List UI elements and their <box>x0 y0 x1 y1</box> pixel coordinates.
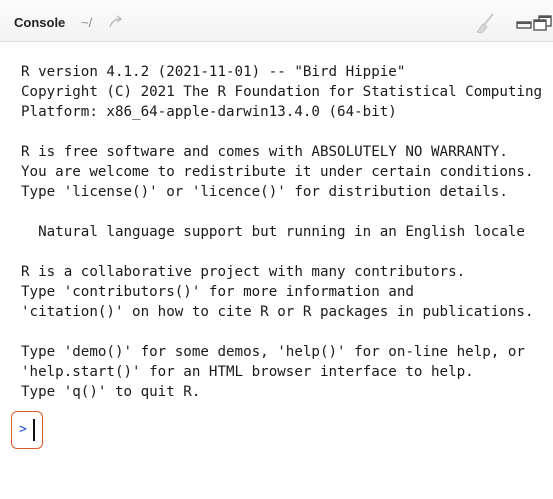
console-line: Natural language support but running in … <box>21 224 525 240</box>
console-line: You are welcome to redistribute it under… <box>21 164 534 180</box>
go-to-directory-arrow-icon[interactable] <box>108 14 124 30</box>
console-line: Type 'contributors()' for more informati… <box>21 284 414 300</box>
console-line: Type 'license()' or 'licence()' for dist… <box>21 184 508 200</box>
console-toolbar: Console ~/ <box>0 0 553 42</box>
console-line: 'help.start()' for an HTML browser inter… <box>21 364 474 380</box>
console-line: 'citation()' on how to cite R or R packa… <box>21 304 534 320</box>
maximize-icon[interactable] <box>533 14 553 32</box>
console-line: Platform: x86_64-apple-darwin13.4.0 (64-… <box>21 104 397 120</box>
rstudio-console-pane: Console ~/ R version 4.1.2 (2021-11-01) … <box>0 0 553 499</box>
console-line: Type 'q()' to quit R. <box>21 384 201 400</box>
console-line: R is a collaborative project with many c… <box>21 264 466 280</box>
working-directory-label: ~/ <box>81 15 93 30</box>
console-output[interactable]: R version 4.1.2 (2021-11-01) -- "Bird Hi… <box>0 42 553 499</box>
console-line: Copyright (C) 2021 The R Foundation for … <box>21 84 543 100</box>
prompt-highlight-box <box>11 411 43 449</box>
console-input-caret[interactable] <box>33 419 35 441</box>
console-line: Type 'demo()' for some demos, 'help()' f… <box>21 344 525 360</box>
console-line: R is free software and comes with ABSOLU… <box>21 144 508 160</box>
console-prompt: > <box>19 422 27 437</box>
minimize-icon[interactable] <box>516 20 532 30</box>
console-tab-title[interactable]: Console <box>14 16 65 30</box>
broom-icon[interactable] <box>474 12 496 34</box>
console-line: R version 4.1.2 (2021-11-01) -- "Bird Hi… <box>21 64 406 80</box>
